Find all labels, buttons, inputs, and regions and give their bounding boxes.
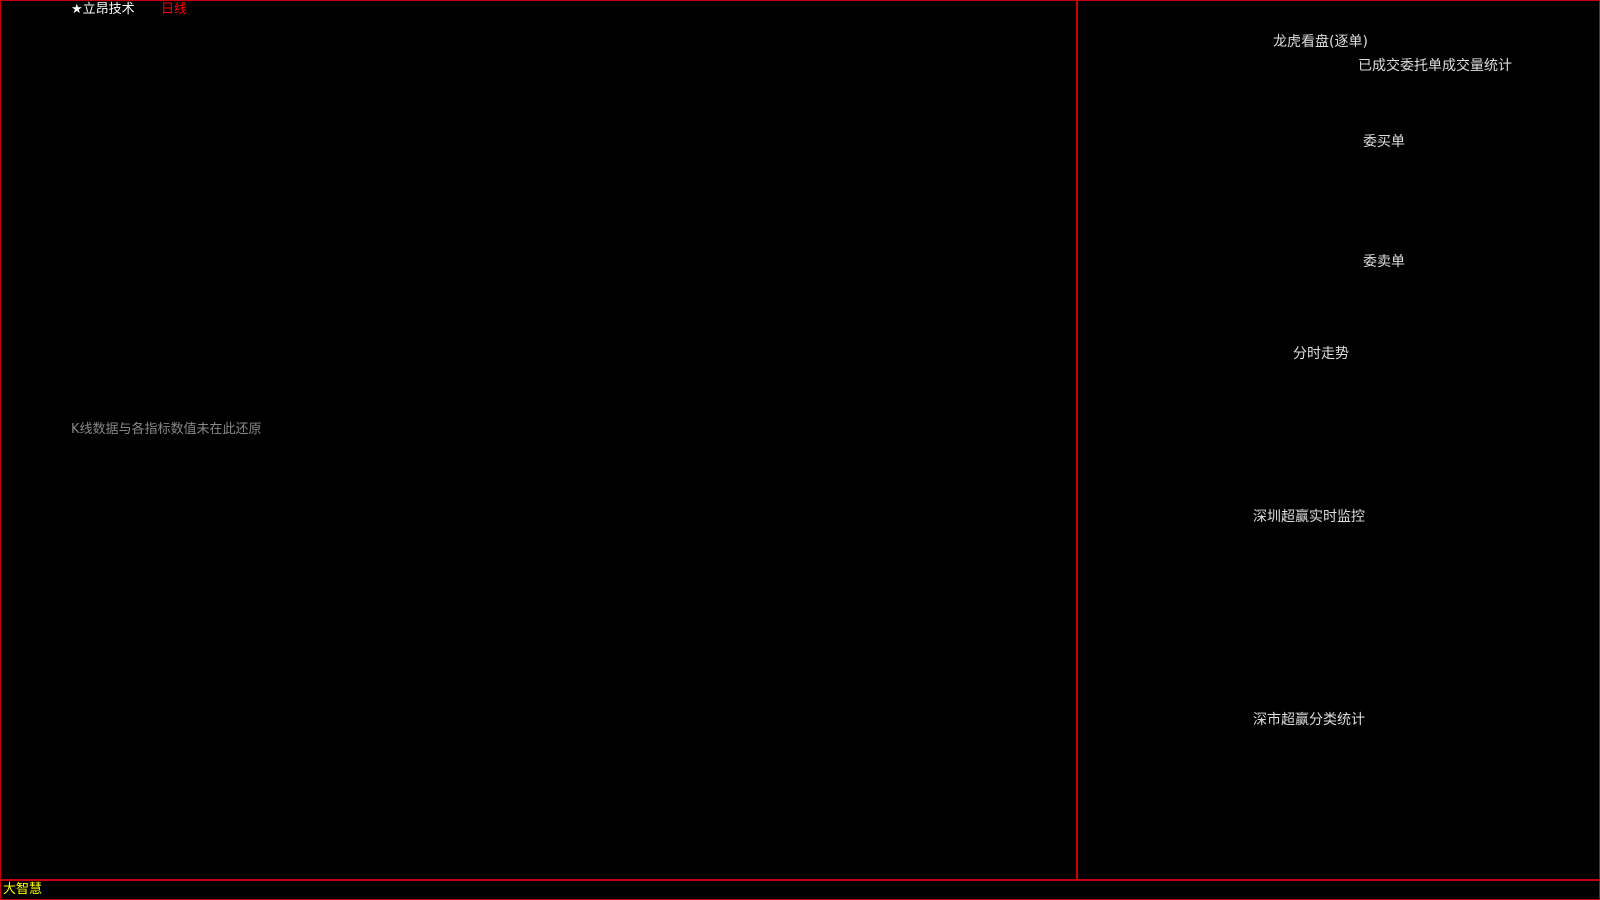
sell-side-label: 委卖单 xyxy=(1363,254,1405,270)
status-bar: 大智慧 xyxy=(0,880,1600,900)
monitor-title: 深圳超赢实时监控 xyxy=(1253,509,1365,525)
panel-subtitle: 已成交委托单成交量统计 xyxy=(1358,58,1512,74)
chart-period: 日线 xyxy=(161,2,188,17)
classification-title: 深市超赢分类统计 xyxy=(1253,712,1365,728)
chart-notice: K线数据与各指标数值未在此还原 xyxy=(71,422,262,437)
right-panel: 龙虎看盘(逐单) 已成交委托单成交量统计 委买单 委卖单 分时走势 深圳超赢实时… xyxy=(1077,0,1600,880)
brand-label: 大智慧 xyxy=(3,882,43,897)
chart-area: ★立昂技术 日线 K线数据与各指标数值未在此还原 xyxy=(0,0,1077,880)
panel-title: 龙虎看盘(逐单) xyxy=(1273,34,1368,50)
intraday-title: 分时走势 xyxy=(1293,346,1349,362)
buy-side-label: 委买单 xyxy=(1363,134,1405,150)
stock-name: ★立昂技术 xyxy=(71,2,135,17)
